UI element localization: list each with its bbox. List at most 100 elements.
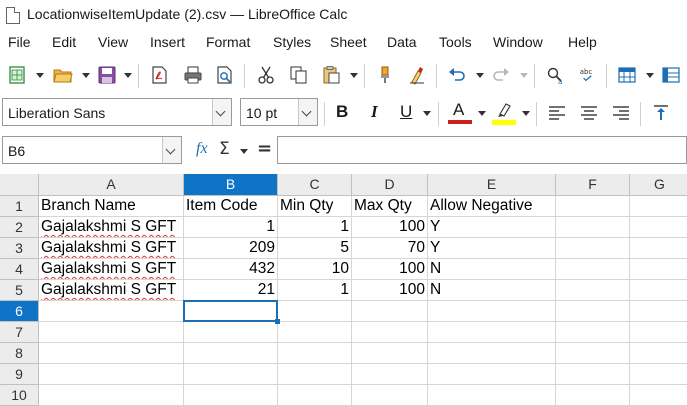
- row-header-8[interactable]: 8: [0, 343, 39, 364]
- cell-b1[interactable]: Item Code: [184, 196, 278, 217]
- cell-f6[interactable]: [556, 301, 630, 322]
- menu-sheet[interactable]: Sheet: [330, 34, 367, 50]
- cell-b4[interactable]: 432: [184, 259, 278, 280]
- fill-handle[interactable]: [275, 319, 280, 324]
- cell-d2[interactable]: 100: [352, 217, 428, 238]
- cell-f3[interactable]: [556, 238, 630, 259]
- cell-f10[interactable]: [556, 385, 630, 406]
- redo-icon[interactable]: [490, 64, 512, 86]
- new-dropdown-icon[interactable]: [36, 73, 44, 78]
- row-dropdown-icon[interactable]: [646, 73, 654, 78]
- undo-dropdown-icon[interactable]: [476, 73, 484, 78]
- cell-a4[interactable]: Gajalakshmi S GFT: [39, 259, 184, 280]
- cell-d4[interactable]: 100: [352, 259, 428, 280]
- cut-icon[interactable]: [255, 64, 277, 86]
- print-icon[interactable]: [182, 64, 204, 86]
- cell-e6[interactable]: [428, 301, 556, 322]
- redo-dropdown-icon[interactable]: [520, 73, 528, 78]
- cell-g7[interactable]: [630, 322, 687, 343]
- align-top-icon[interactable]: [650, 102, 672, 124]
- cell-b6[interactable]: [184, 301, 278, 322]
- clone-formatting-icon[interactable]: [374, 64, 396, 86]
- cell-f4[interactable]: [556, 259, 630, 280]
- font-size-combobox[interactable]: 10 pt: [240, 98, 318, 126]
- cell-g2[interactable]: [630, 217, 687, 238]
- column-header-c[interactable]: C: [278, 174, 352, 196]
- find-replace-icon[interactable]: a: [544, 64, 566, 86]
- cell-f7[interactable]: [556, 322, 630, 343]
- cell-d1[interactable]: Max Qty: [352, 196, 428, 217]
- sum-icon[interactable]: Σ: [219, 139, 230, 159]
- select-all-corner[interactable]: [0, 174, 39, 196]
- formula-equals-icon[interactable]: =: [257, 138, 272, 159]
- cell-g3[interactable]: [630, 238, 687, 259]
- cell-e8[interactable]: [428, 343, 556, 364]
- menu-help[interactable]: Help: [568, 34, 597, 50]
- row-header-4[interactable]: 4: [0, 259, 39, 280]
- cell-c9[interactable]: [278, 364, 352, 385]
- cell-b5[interactable]: 21: [184, 280, 278, 301]
- underline-dropdown-icon[interactable]: [423, 111, 431, 116]
- align-right-icon[interactable]: [610, 102, 632, 124]
- cell-c5[interactable]: 1: [278, 280, 352, 301]
- print-preview-icon[interactable]: [214, 64, 236, 86]
- menu-styles[interactable]: Styles: [273, 34, 311, 50]
- cell-g5[interactable]: [630, 280, 687, 301]
- open-folder-icon[interactable]: [52, 64, 74, 86]
- font-size-dropdown-icon[interactable]: [298, 99, 317, 125]
- cell-e9[interactable]: [428, 364, 556, 385]
- cell-a1[interactable]: Branch Name: [39, 196, 184, 217]
- cell-a9[interactable]: [39, 364, 184, 385]
- name-box[interactable]: B6: [2, 136, 182, 164]
- cell-g4[interactable]: [630, 259, 687, 280]
- menu-tools[interactable]: Tools: [439, 34, 472, 50]
- row-header-6[interactable]: 6: [0, 301, 39, 322]
- paste-dropdown-icon[interactable]: [350, 73, 358, 78]
- cell-d3[interactable]: 70: [352, 238, 428, 259]
- highlight-color-button[interactable]: [492, 100, 516, 126]
- cell-g10[interactable]: [630, 385, 687, 406]
- cell-c6[interactable]: [278, 301, 352, 322]
- column-header-e[interactable]: E: [428, 174, 556, 196]
- menu-edit[interactable]: Edit: [52, 34, 76, 50]
- cell-a6[interactable]: [39, 301, 184, 322]
- cell-e1[interactable]: Allow Negative: [428, 196, 556, 217]
- cell-g9[interactable]: [630, 364, 687, 385]
- font-name-dropdown-icon[interactable]: [212, 99, 231, 125]
- cell-e4[interactable]: N: [428, 259, 556, 280]
- row-header-7[interactable]: 7: [0, 322, 39, 343]
- cell-e5[interactable]: N: [428, 280, 556, 301]
- clear-formatting-icon[interactable]: [406, 64, 428, 86]
- underline-button[interactable]: U: [400, 102, 412, 122]
- row-header-3[interactable]: 3: [0, 238, 39, 259]
- menu-view[interactable]: View: [98, 34, 128, 50]
- cell-g6[interactable]: [630, 301, 687, 322]
- formula-input[interactable]: [277, 136, 687, 164]
- row-header-10[interactable]: 10: [0, 385, 39, 406]
- undo-icon[interactable]: [446, 64, 468, 86]
- cell-a3[interactable]: Gajalakshmi S GFT: [39, 238, 184, 259]
- menu-insert[interactable]: Insert: [150, 34, 185, 50]
- cell-c1[interactable]: Min Qty: [278, 196, 352, 217]
- font-name-combobox[interactable]: Liberation Sans: [2, 98, 232, 126]
- function-wizard-icon[interactable]: fx: [196, 140, 208, 158]
- cell-b9[interactable]: [184, 364, 278, 385]
- cell-c10[interactable]: [278, 385, 352, 406]
- cell-c3[interactable]: 5: [278, 238, 352, 259]
- cell-a5[interactable]: Gajalakshmi S GFT: [39, 280, 184, 301]
- cell-g1[interactable]: [630, 196, 687, 217]
- cell-d7[interactable]: [352, 322, 428, 343]
- column-header-a[interactable]: A: [39, 174, 184, 196]
- cell-d10[interactable]: [352, 385, 428, 406]
- column-header-g[interactable]: G: [630, 174, 687, 196]
- cell-c4[interactable]: 10: [278, 259, 352, 280]
- spelling-icon[interactable]: abc: [576, 64, 602, 86]
- cell-f9[interactable]: [556, 364, 630, 385]
- menu-file[interactable]: File: [8, 34, 31, 50]
- menu-window[interactable]: Window: [493, 34, 543, 50]
- cell-e10[interactable]: [428, 385, 556, 406]
- align-left-icon[interactable]: [546, 102, 568, 124]
- sum-dropdown-icon[interactable]: [240, 149, 248, 154]
- row-header-9[interactable]: 9: [0, 364, 39, 385]
- italic-button[interactable]: I: [371, 102, 378, 122]
